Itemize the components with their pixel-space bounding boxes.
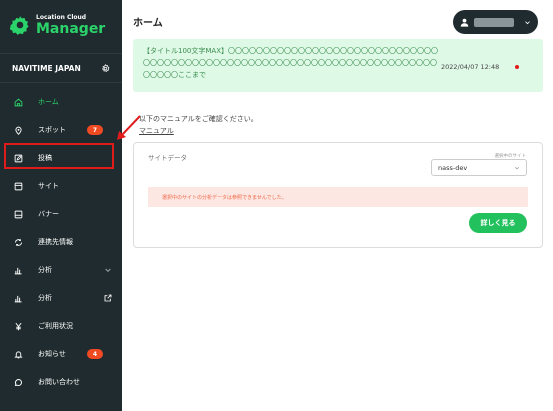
spot-count-badge: 7 (87, 125, 103, 135)
sidebar-item-spot[interactable]: スポット 7 (0, 116, 122, 144)
yen-icon (14, 322, 23, 331)
sidebar-item-label: サイト (38, 182, 59, 190)
announcement-banner[interactable]: 【タイトル100文字MAX】〇〇〇〇〇〇〇〇〇〇〇〇〇〇〇〇〇〇〇〇〇〇〇〇〇〇… (133, 39, 543, 92)
sidebar-item-label: 分析 (38, 266, 52, 274)
page-title: ホーム (133, 18, 163, 29)
external-link-icon[interactable] (104, 294, 112, 302)
chevron-down-icon[interactable] (104, 266, 112, 274)
chat-icon (14, 378, 23, 387)
sidebar-item-notifications[interactable]: お知らせ 4 (0, 340, 122, 368)
bar-chart-icon (14, 294, 23, 303)
sidebar-item-label: 連携先情報 (38, 238, 73, 246)
sidebar-item-label: バナー (38, 210, 59, 218)
view-details-button[interactable]: 詳しく見る (469, 213, 527, 233)
manual-link[interactable]: マニュアル (139, 126, 174, 136)
sidebar-item-banner[interactable]: バナー (0, 200, 122, 228)
sidebar-item-usage[interactable]: ご利用状況 (0, 312, 122, 340)
user-icon (460, 18, 469, 27)
sidebar-item-site[interactable]: サイト (0, 172, 122, 200)
app-logo[interactable]: Location Cloud Manager (10, 13, 105, 37)
pin-icon (14, 126, 23, 135)
bar-chart-icon (14, 266, 23, 275)
error-message: 選択中のサイトの分析データは参照できませんでした。 (148, 187, 528, 207)
sidebar-item-label: お知らせ (38, 350, 66, 358)
logo-subtitle: Location Cloud (36, 13, 87, 21)
sidebar-item-contact[interactable]: お問い合わせ (0, 368, 122, 396)
banner-icon (14, 210, 23, 219)
chevron-down-icon (514, 166, 520, 170)
settings-gear-icon[interactable] (101, 63, 110, 73)
card-title: サイトデータ (148, 154, 187, 162)
notification-count-badge: 4 (87, 349, 103, 359)
logo-title: Manager (36, 20, 106, 37)
chevron-down-icon (525, 20, 530, 24)
sidebar-item-home[interactable]: ホーム (0, 88, 122, 116)
announcement-text: 【タイトル100文字MAX】〇〇〇〇〇〇〇〇〇〇〇〇〇〇〇〇〇〇〇〇〇〇〇〇〇〇… (143, 47, 438, 79)
site-data-card: サイトデータ 選択中のサイト nass-dev 選択中のサイトの分析データは参照… (133, 142, 543, 248)
sidebar-item-analytics-external[interactable]: 分析 (0, 284, 122, 312)
window-icon (14, 182, 23, 191)
sidebar-item-label: スポット (38, 126, 66, 134)
announcement-date: 2022/04/07 12:48 (441, 63, 500, 71)
site-select-value: nass-dev (438, 163, 468, 172)
sync-icon (14, 238, 23, 247)
sidebar-nav: ホーム スポット 7 投稿 サイト バナー 連携先情報 分析 分析 ご利用状況 … (0, 88, 122, 396)
home-icon (14, 98, 23, 107)
annotation-highlight-box (4, 143, 114, 169)
sidebar-item-label: 分析 (38, 294, 52, 302)
sidebar-item-analytics[interactable]: 分析 (0, 256, 122, 284)
company-row: NAVITIME JAPAN (0, 53, 122, 83)
gear-logo-icon (10, 16, 29, 35)
sidebar-item-label: ご利用状況 (38, 322, 73, 330)
company-name: NAVITIME JAPAN (12, 63, 81, 73)
sidebar: Location Cloud Manager NAVITIME JAPAN ホー… (0, 0, 122, 411)
site-select[interactable]: nass-dev (431, 159, 527, 176)
bell-icon (14, 350, 23, 359)
sidebar-item-label: お問い合わせ (38, 378, 80, 386)
user-name-redacted (474, 17, 514, 27)
sidebar-item-label: ホーム (38, 98, 59, 106)
sidebar-item-integrations[interactable]: 連携先情報 (0, 228, 122, 256)
unread-dot (515, 65, 519, 69)
manual-instruction: 以下のマニュアルをご確認ください。 (139, 115, 258, 123)
user-menu-button[interactable] (453, 10, 538, 34)
